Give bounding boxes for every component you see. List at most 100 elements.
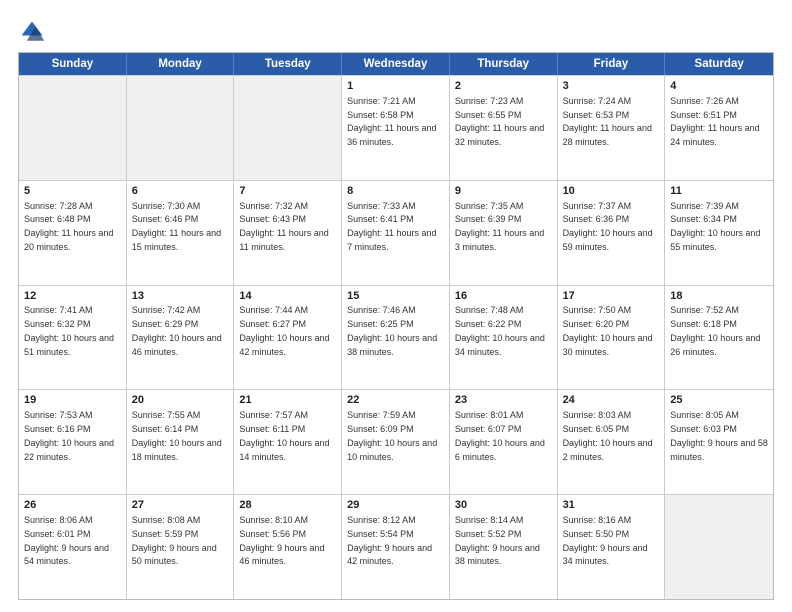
- day-number: 18: [670, 289, 768, 304]
- cell-info: Sunrise: 7:44 AM Sunset: 6:27 PM Dayligh…: [239, 305, 329, 356]
- day-cell-30: 30 Sunrise: 8:14 AM Sunset: 5:52 PM Dayli…: [450, 495, 558, 599]
- day-number: 14: [239, 289, 336, 304]
- cell-info: Sunrise: 7:42 AM Sunset: 6:29 PM Dayligh…: [132, 305, 222, 356]
- day-number: 16: [455, 289, 552, 304]
- day-cell-26: 26Sunrise: 8:06 AM Sunset: 6:01 PM Dayli…: [19, 495, 127, 599]
- cell-info: Sunrise: 8:05 AM Sunset: 6:03 PM Dayligh…: [670, 410, 768, 461]
- day-number: 19: [24, 393, 121, 408]
- cell-info: Sunrise: 7:52 AM Sunset: 6:18 PM Dayligh…: [670, 305, 760, 356]
- cell-info: Sunrise: 7:41 AM Sunset: 6:32 PM Dayligh…: [24, 305, 114, 356]
- cell-info: Sunrise: 7:59 AM Sunset: 6:09 PM Dayligh…: [347, 410, 437, 461]
- cell-info: Sunrise: 7:39 AM Sunset: 6:34 PM Dayligh…: [670, 201, 760, 252]
- empty-cell: [665, 495, 773, 599]
- empty-cell: [19, 76, 127, 180]
- day-cell-21: 21 Sunrise: 7:57 AM Sunset: 6:11 PM Dayli…: [234, 390, 342, 494]
- day-cell-6: 6 Sunrise: 7:30 AM Sunset: 6:46 PM Daylig…: [127, 181, 235, 285]
- day-cell-13: 13Sunrise: 7:42 AM Sunset: 6:29 PM Dayli…: [127, 286, 235, 390]
- calendar-week-3: 12Sunrise: 7:41 AM Sunset: 6:32 PM Dayli…: [19, 285, 773, 390]
- cell-info: Sunrise: 7:37 AM Sunset: 6:36 PM Dayligh…: [563, 201, 653, 252]
- page: SundayMondayTuesdayWednesdayThursdayFrid…: [0, 0, 792, 612]
- day-number: 20: [132, 393, 229, 408]
- cell-info: Sunrise: 8:10 AM Sunset: 5:56 PM Dayligh…: [239, 515, 324, 566]
- cell-info: Sunrise: 8:03 AM Sunset: 6:05 PM Dayligh…: [563, 410, 653, 461]
- day-cell-23: 23 Sunrise: 8:01 AM Sunset: 6:07 PM Dayli…: [450, 390, 558, 494]
- header-day-monday: Monday: [127, 53, 235, 75]
- cell-info: Sunrise: 7:23 AM Sunset: 6:55 PM Dayligh…: [455, 96, 544, 147]
- day-number: 11: [670, 184, 768, 199]
- day-number: 5: [24, 184, 121, 199]
- cell-info: Sunrise: 8:06 AM Sunset: 6:01 PM Dayligh…: [24, 515, 109, 566]
- empty-cell: [127, 76, 235, 180]
- day-cell-5: 5 Sunrise: 7:28 AM Sunset: 6:48 PM Daylig…: [19, 181, 127, 285]
- day-cell-19: 19 Sunrise: 7:53 AM Sunset: 6:16 PM Dayli…: [19, 390, 127, 494]
- day-cell-16: 16Sunrise: 7:48 AM Sunset: 6:22 PM Dayli…: [450, 286, 558, 390]
- day-cell-11: 11 Sunrise: 7:39 AM Sunset: 6:34 PM Dayli…: [665, 181, 773, 285]
- day-cell-20: 20 Sunrise: 7:55 AM Sunset: 6:14 PM Dayli…: [127, 390, 235, 494]
- day-number: 31: [563, 498, 660, 513]
- day-cell-22: 22 Sunrise: 7:59 AM Sunset: 6:09 PM Dayli…: [342, 390, 450, 494]
- cell-info: Sunrise: 7:50 AM Sunset: 6:20 PM Dayligh…: [563, 305, 653, 356]
- header-day-wednesday: Wednesday: [342, 53, 450, 75]
- day-number: 17: [563, 289, 660, 304]
- day-number: 25: [670, 393, 768, 408]
- header-day-saturday: Saturday: [665, 53, 773, 75]
- calendar-body: 1 Sunrise: 7:21 AM Sunset: 6:58 PM Daylig…: [19, 75, 773, 599]
- cell-info: Sunrise: 7:57 AM Sunset: 6:11 PM Dayligh…: [239, 410, 329, 461]
- day-cell-12: 12Sunrise: 7:41 AM Sunset: 6:32 PM Dayli…: [19, 286, 127, 390]
- cell-info: Sunrise: 7:28 AM Sunset: 6:48 PM Dayligh…: [24, 201, 113, 252]
- cell-info: Sunrise: 7:35 AM Sunset: 6:39 PM Dayligh…: [455, 201, 544, 252]
- cell-info: Sunrise: 7:55 AM Sunset: 6:14 PM Dayligh…: [132, 410, 222, 461]
- day-cell-10: 10Sunrise: 7:37 AM Sunset: 6:36 PM Dayli…: [558, 181, 666, 285]
- cell-info: Sunrise: 7:26 AM Sunset: 6:51 PM Dayligh…: [670, 96, 759, 147]
- day-cell-3: 3Sunrise: 7:24 AM Sunset: 6:53 PM Daylig…: [558, 76, 666, 180]
- cell-info: Sunrise: 8:16 AM Sunset: 5:50 PM Dayligh…: [563, 515, 648, 566]
- logo-icon: [18, 18, 46, 46]
- day-number: 3: [563, 79, 660, 94]
- day-cell-7: 7Sunrise: 7:32 AM Sunset: 6:43 PM Daylig…: [234, 181, 342, 285]
- day-number: 13: [132, 289, 229, 304]
- day-number: 24: [563, 393, 660, 408]
- cell-info: Sunrise: 7:53 AM Sunset: 6:16 PM Dayligh…: [24, 410, 114, 461]
- cell-info: Sunrise: 8:12 AM Sunset: 5:54 PM Dayligh…: [347, 515, 432, 566]
- day-cell-31: 31 Sunrise: 8:16 AM Sunset: 5:50 PM Dayli…: [558, 495, 666, 599]
- cell-info: Sunrise: 8:08 AM Sunset: 5:59 PM Dayligh…: [132, 515, 217, 566]
- empty-cell: [234, 76, 342, 180]
- calendar-week-4: 19 Sunrise: 7:53 AM Sunset: 6:16 PM Dayli…: [19, 389, 773, 494]
- day-cell-17: 17Sunrise: 7:50 AM Sunset: 6:20 PM Dayli…: [558, 286, 666, 390]
- header-day-friday: Friday: [558, 53, 666, 75]
- day-cell-4: 4 Sunrise: 7:26 AM Sunset: 6:51 PM Daylig…: [665, 76, 773, 180]
- cell-info: Sunrise: 7:21 AM Sunset: 6:58 PM Dayligh…: [347, 96, 436, 147]
- cell-info: Sunrise: 7:32 AM Sunset: 6:43 PM Dayligh…: [239, 201, 328, 252]
- day-number: 12: [24, 289, 121, 304]
- day-cell-14: 14Sunrise: 7:44 AM Sunset: 6:27 PM Dayli…: [234, 286, 342, 390]
- day-number: 23: [455, 393, 552, 408]
- day-cell-15: 15Sunrise: 7:46 AM Sunset: 6:25 PM Dayli…: [342, 286, 450, 390]
- day-number: 22: [347, 393, 444, 408]
- header: [18, 18, 774, 46]
- day-number: 30: [455, 498, 552, 513]
- day-cell-29: 29 Sunrise: 8:12 AM Sunset: 5:54 PM Dayli…: [342, 495, 450, 599]
- day-cell-9: 9Sunrise: 7:35 AM Sunset: 6:39 PM Daylig…: [450, 181, 558, 285]
- cell-info: Sunrise: 7:30 AM Sunset: 6:46 PM Dayligh…: [132, 201, 221, 252]
- header-day-thursday: Thursday: [450, 53, 558, 75]
- day-number: 29: [347, 498, 444, 513]
- day-number: 15: [347, 289, 444, 304]
- logo: [18, 18, 50, 46]
- cell-info: Sunrise: 7:33 AM Sunset: 6:41 PM Dayligh…: [347, 201, 436, 252]
- day-cell-18: 18Sunrise: 7:52 AM Sunset: 6:18 PM Dayli…: [665, 286, 773, 390]
- day-cell-2: 2 Sunrise: 7:23 AM Sunset: 6:55 PM Daylig…: [450, 76, 558, 180]
- day-cell-25: 25 Sunrise: 8:05 AM Sunset: 6:03 PM Dayli…: [665, 390, 773, 494]
- cell-info: Sunrise: 8:01 AM Sunset: 6:07 PM Dayligh…: [455, 410, 545, 461]
- day-number: 8: [347, 184, 444, 199]
- header-day-tuesday: Tuesday: [234, 53, 342, 75]
- calendar-week-1: 1 Sunrise: 7:21 AM Sunset: 6:58 PM Daylig…: [19, 75, 773, 180]
- day-number: 6: [132, 184, 229, 199]
- day-number: 1: [347, 79, 444, 94]
- day-cell-1: 1 Sunrise: 7:21 AM Sunset: 6:58 PM Daylig…: [342, 76, 450, 180]
- day-number: 2: [455, 79, 552, 94]
- calendar: SundayMondayTuesdayWednesdayThursdayFrid…: [18, 52, 774, 600]
- day-number: 4: [670, 79, 768, 94]
- cell-info: Sunrise: 7:48 AM Sunset: 6:22 PM Dayligh…: [455, 305, 545, 356]
- cell-info: Sunrise: 8:14 AM Sunset: 5:52 PM Dayligh…: [455, 515, 540, 566]
- day-number: 21: [239, 393, 336, 408]
